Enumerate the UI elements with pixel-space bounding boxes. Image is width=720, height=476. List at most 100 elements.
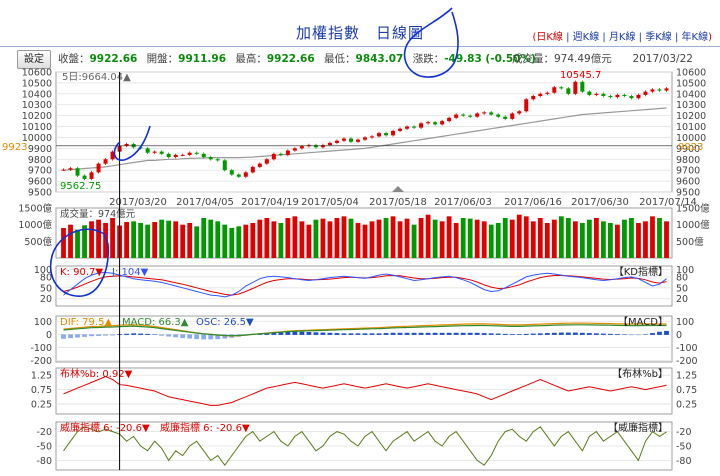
volume-bar xyxy=(425,214,431,258)
macd-osc-bar xyxy=(593,333,599,335)
macd-osc-bar xyxy=(453,332,459,335)
ma-label: 5日:9664.04▲ xyxy=(62,72,131,83)
volume-bar xyxy=(61,228,66,258)
volume-title: 成交量：974億元 xyxy=(60,208,136,220)
annotation-circle-change xyxy=(403,7,459,78)
volume-bar xyxy=(208,219,214,258)
volume-bar xyxy=(271,221,277,258)
macd-osc-bar xyxy=(615,334,620,335)
volume-bar xyxy=(411,224,417,258)
volume-bar xyxy=(495,223,501,258)
volume-bar xyxy=(215,221,221,258)
macd-osc-bar xyxy=(124,333,130,335)
candle-body xyxy=(643,91,648,95)
macd-osc-bar xyxy=(439,332,445,335)
macd-osc-bar xyxy=(537,333,543,335)
candle-body xyxy=(61,169,66,171)
candle-body xyxy=(454,114,459,118)
boll-tick-left: 0.25 xyxy=(31,399,52,410)
candle-body xyxy=(608,96,613,98)
candle-body xyxy=(257,163,262,167)
volume-bar xyxy=(327,221,333,258)
candle-body xyxy=(285,150,290,155)
volume-bar xyxy=(397,221,403,258)
macd-osc-bar xyxy=(138,333,144,335)
date-tick: 2017/04/05 xyxy=(176,197,234,208)
candle-body xyxy=(461,114,466,116)
volume-bar xyxy=(187,223,193,258)
candle-body xyxy=(264,159,269,164)
date-tick: 2017/05/18 xyxy=(369,197,427,208)
kd-tick-left: 50 xyxy=(40,283,52,294)
candle-body xyxy=(208,157,213,160)
volume-bar xyxy=(650,216,655,258)
macd-osc-bar xyxy=(173,334,179,338)
volume-bar xyxy=(320,218,326,258)
volume-bar xyxy=(334,218,340,258)
candle-body xyxy=(250,166,255,173)
williams-tick-right: -20 xyxy=(676,427,692,438)
candle-body xyxy=(377,133,382,137)
candle-body xyxy=(552,87,557,93)
macd-tick-right: -100 xyxy=(676,343,698,354)
date-tick: 2017/03/20 xyxy=(109,197,167,208)
candle-body xyxy=(166,153,171,158)
williams-tick-right: -50 xyxy=(676,442,692,453)
macd-osc-bar xyxy=(159,334,165,336)
macd-osc-bar xyxy=(474,332,480,335)
candle-body xyxy=(236,174,241,177)
candle-body xyxy=(594,93,599,95)
williams-tick-right: -80 xyxy=(676,456,692,467)
volume-bar xyxy=(250,223,256,258)
candle-body xyxy=(524,99,529,112)
candle-body xyxy=(89,172,94,179)
volume-bar xyxy=(600,221,606,258)
volume-bar xyxy=(565,218,571,258)
williams-label-b: 威廉指標 6: -20.6▼ xyxy=(160,421,250,434)
price-tick-right: 9700 xyxy=(676,166,700,177)
macd-osc-bar xyxy=(313,332,319,335)
candle-body xyxy=(650,89,655,92)
candle-body xyxy=(384,133,389,136)
candle-body xyxy=(531,96,536,100)
price-tick-right: 10600 xyxy=(676,68,706,79)
current-price-label-left: 9923 xyxy=(2,142,27,153)
current-price-label-right: 9923 xyxy=(678,142,703,153)
candle-body xyxy=(391,130,396,136)
williams-label-a: 威廉指標 6: -20.6▼ xyxy=(60,421,150,434)
macd-osc-bar xyxy=(404,332,410,335)
volume-bar xyxy=(551,219,557,258)
volume-bar xyxy=(166,220,172,258)
volume-bar xyxy=(145,224,151,258)
candle-body xyxy=(573,81,578,94)
price-tick-left: 9600 xyxy=(28,177,52,188)
candle-body xyxy=(517,111,522,114)
candle-body xyxy=(96,163,101,173)
macd-tick-left: 0 xyxy=(46,330,52,341)
volume-bar xyxy=(474,219,480,258)
macd-osc-bar xyxy=(383,333,389,335)
volume-bar xyxy=(348,218,354,258)
candle-body xyxy=(489,112,494,115)
volume-bar xyxy=(285,218,291,258)
volume-bar xyxy=(152,222,158,258)
price-tick-left: 9700 xyxy=(28,166,52,177)
macd-tick-right: 100 xyxy=(676,317,694,328)
candle-body xyxy=(538,93,543,96)
macd-osc-bar xyxy=(664,330,669,335)
macd-osc-bar xyxy=(530,333,536,335)
volume-bar xyxy=(292,216,298,258)
macd-osc-bar xyxy=(608,333,613,335)
macd-osc-bar xyxy=(481,333,487,335)
volume-bar xyxy=(138,223,144,258)
volume-bar xyxy=(131,221,137,258)
stock-chart[interactable]: 10600 1060010500 1050010400 1040010300 10300… xyxy=(0,0,720,476)
kd-tick-right: 20 xyxy=(676,294,688,305)
volume-bar xyxy=(404,218,410,258)
candle-body xyxy=(363,137,367,140)
volume-bar xyxy=(481,221,487,258)
macd-tick-left: -200 xyxy=(30,356,52,367)
volume-bar xyxy=(615,224,620,258)
macd-osc-bar xyxy=(89,334,94,337)
volume-tick-right: 1000億 xyxy=(676,219,710,231)
